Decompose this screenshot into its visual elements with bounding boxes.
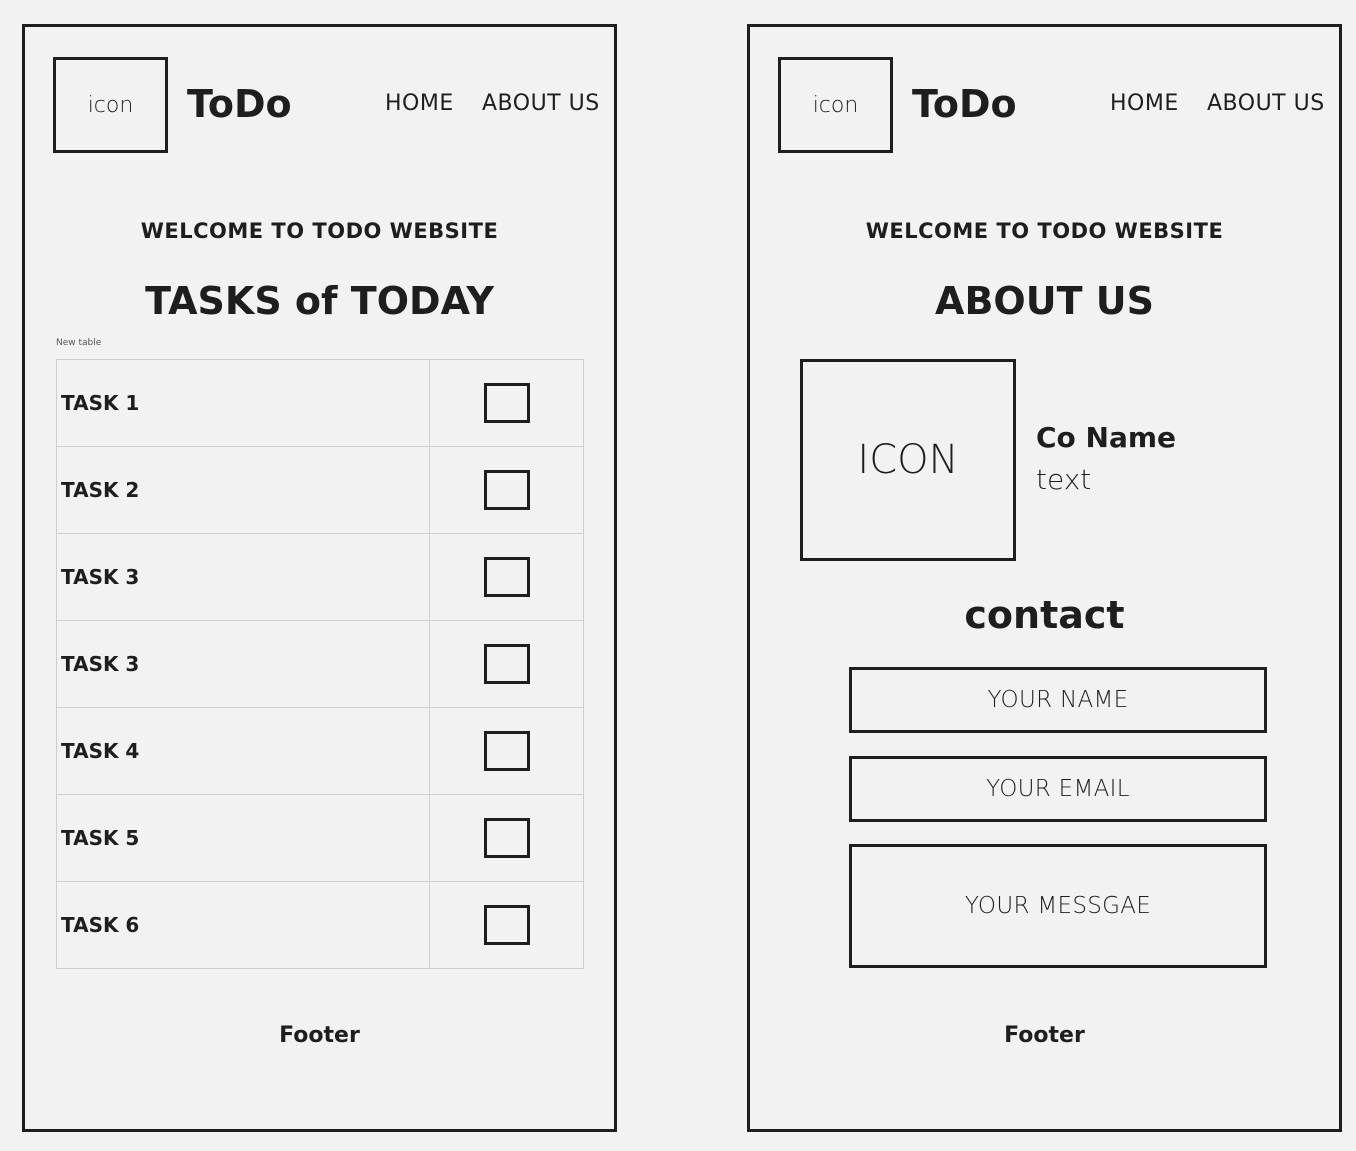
task-label: TASK 1 (56, 359, 430, 447)
logo-label: icon (812, 92, 859, 118)
footer: Footer (279, 1023, 360, 1048)
task-row: TASK 4 (56, 707, 584, 795)
task-checkbox[interactable] (483, 818, 530, 858)
message-field[interactable]: YOUR MESSGAE (849, 844, 1267, 968)
task-checkbox-cell (429, 533, 584, 621)
nav-about-link[interactable]: ABOUT US (482, 89, 600, 119)
task-table: TASK 1 TASK 2 TASK 3 TASK 3 TASK 4 TASK 5 TASK… (56, 359, 584, 969)
contact-heading: contact (964, 593, 1125, 637)
name-field[interactable]: YOUR NAME (849, 667, 1267, 733)
task-row: TASK 6 (56, 881, 584, 969)
task-checkbox[interactable] (483, 383, 530, 423)
table-caption: New table (56, 338, 102, 348)
task-label: TASK 3 (56, 620, 430, 708)
company-icon-placeholder: ICON (800, 359, 1016, 561)
task-row: TASK 2 (56, 446, 584, 534)
company-name: Co Name (1036, 421, 1177, 454)
task-checkbox-cell (429, 881, 584, 969)
task-checkbox[interactable] (483, 644, 530, 684)
footer: Footer (1004, 1023, 1085, 1048)
task-label: TASK 2 (56, 446, 430, 534)
logo-placeholder[interactable]: icon (53, 57, 168, 153)
task-row: TASK 1 (56, 359, 584, 447)
home-page-wireframe: icon ToDo HOME ABOUT US WELCOME TO TODO … (22, 24, 617, 1132)
welcome-text: WELCOME TO TODO WEBSITE (140, 219, 499, 243)
nav-about-link[interactable]: ABOUT US (1207, 89, 1325, 119)
nav-home-link[interactable]: HOME (385, 89, 454, 119)
task-checkbox-cell (429, 794, 584, 882)
nav-home-link[interactable]: HOME (1110, 89, 1179, 119)
task-checkbox-cell (429, 707, 584, 795)
task-checkbox-cell (429, 620, 584, 708)
brand-title[interactable]: ToDo (912, 79, 1017, 129)
task-label: TASK 3 (56, 533, 430, 621)
brand-title[interactable]: ToDo (187, 79, 292, 129)
task-checkbox[interactable] (483, 905, 530, 945)
task-checkbox[interactable] (483, 470, 530, 510)
task-row: TASK 5 (56, 794, 584, 882)
task-label: TASK 6 (56, 881, 430, 969)
task-row: TASK 3 (56, 533, 584, 621)
task-checkbox[interactable] (483, 731, 530, 771)
about-page-wireframe: icon ToDo HOME ABOUT US WELCOME TO TODO … (747, 24, 1342, 1132)
logo-placeholder[interactable]: icon (778, 57, 893, 153)
email-field[interactable]: YOUR EMAIL (849, 756, 1267, 822)
company-text: text (1036, 463, 1092, 496)
task-checkbox-cell (429, 359, 584, 447)
page-title: ABOUT US (935, 279, 1154, 323)
company-icon-label: ICON (857, 437, 959, 483)
logo-label: icon (87, 92, 134, 118)
page-title: TASKS of TODAY (145, 279, 494, 323)
task-label: TASK 4 (56, 707, 430, 795)
welcome-text: WELCOME TO TODO WEBSITE (865, 219, 1224, 243)
task-checkbox[interactable] (483, 557, 530, 597)
task-label: TASK 5 (56, 794, 430, 882)
task-checkbox-cell (429, 446, 584, 534)
task-row: TASK 3 (56, 620, 584, 708)
